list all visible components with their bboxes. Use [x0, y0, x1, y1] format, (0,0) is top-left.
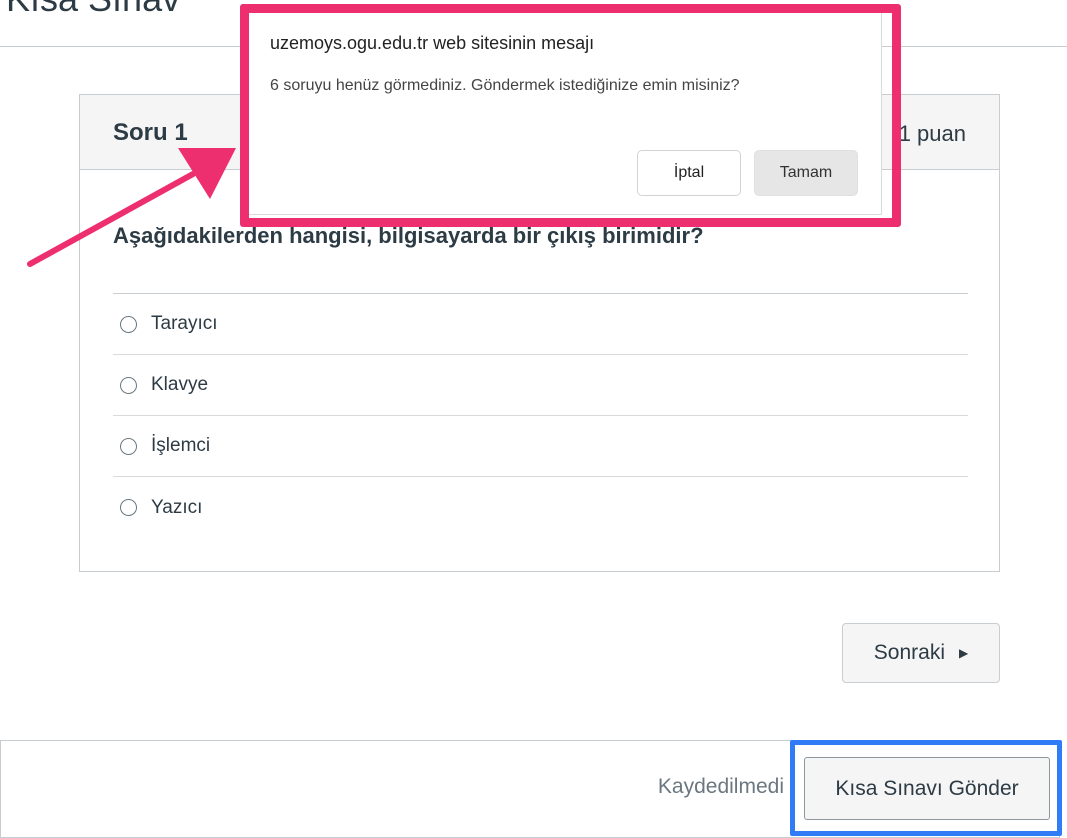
- radio-button[interactable]: [120, 315, 137, 333]
- next-button[interactable]: Sonraki ▶: [842, 623, 1000, 683]
- answer-label: İşlemci: [151, 435, 211, 456]
- quiz-page: Kısa Sınav Soru 1 1 puan Aşağıdakilerden…: [0, 0, 1067, 838]
- answer-list: Tarayıcı Klavye İşlemci Yazıcı: [113, 293, 968, 538]
- answer-option[interactable]: Yazıcı: [113, 477, 968, 538]
- answer-label: Yazıcı: [151, 496, 203, 518]
- question-number: Soru 1: [113, 119, 188, 146]
- page-title: Kısa Sınav: [6, 0, 180, 20]
- answer-option[interactable]: Klavye: [113, 355, 968, 416]
- answer-label: Tarayıcı: [151, 313, 218, 334]
- radio-button[interactable]: [120, 499, 137, 516]
- question-points: 1 puan: [898, 121, 966, 146]
- caret-right-icon: ▶: [958, 646, 969, 660]
- next-button-label: Sonraki: [873, 641, 945, 664]
- dialog-highlight-box: [240, 4, 901, 227]
- answer-option[interactable]: İşlemci: [113, 416, 968, 477]
- radio-button[interactable]: [120, 437, 137, 455]
- radio-button[interactable]: [120, 376, 137, 394]
- answer-label: Klavye: [151, 374, 209, 395]
- answer-option[interactable]: Tarayıcı: [113, 294, 968, 355]
- save-status: Kaydedilmedi: [657, 775, 784, 798]
- submit-highlight-box: [790, 740, 1062, 836]
